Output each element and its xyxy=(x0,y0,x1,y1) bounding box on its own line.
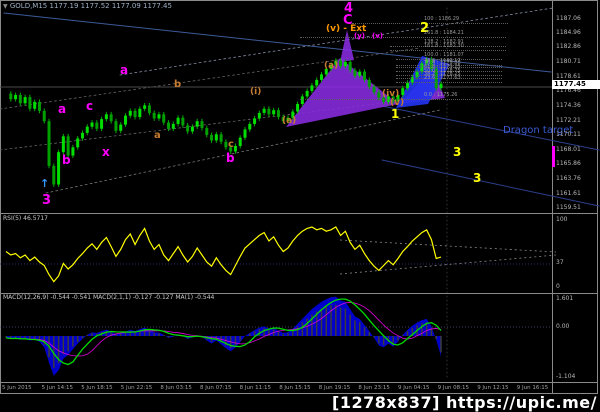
violet-spike xyxy=(340,30,354,62)
time-label: 8 Jun 07:15 xyxy=(200,385,232,391)
fib-level-label: 0.0 : 1175.26 xyxy=(424,91,458,98)
wave-3-target2: 3 xyxy=(473,171,482,185)
rsi-label: RSI(5) 46.5717 xyxy=(3,215,48,222)
chart-title: ▼ GOLD,M15 1177.19 1177.52 1177.09 1177.… xyxy=(3,2,172,10)
current-price-box: 1177.45 xyxy=(552,79,600,89)
wave-c: c xyxy=(86,99,94,113)
macd-scale-bottom: -1.104 xyxy=(556,373,576,380)
fib-level-label: 161.8 : 1182.30 xyxy=(424,43,464,50)
time-label: 5 Jun 22:15 xyxy=(120,385,153,391)
time-label: 8 Jun 23:15 xyxy=(358,385,390,391)
time-label: 8 Jun 03:15 xyxy=(160,385,192,391)
dropdown-icon[interactable]: ▼ xyxy=(3,3,8,10)
price-tick: 1184.96 xyxy=(556,29,581,36)
wave-c-minor: c xyxy=(228,139,234,150)
macd-series xyxy=(5,296,442,376)
time-label: 9 Jun 08:15 xyxy=(437,385,470,391)
buy-arrow: ↑ xyxy=(40,177,50,190)
rsi-scale-top: 100 xyxy=(556,216,568,223)
wave-b-minor: b xyxy=(174,79,182,90)
fib-level-line xyxy=(300,37,506,39)
wave-3: 3 xyxy=(42,193,52,208)
wave-1: 1 xyxy=(391,107,400,121)
watermark-text: [1278x837] https://upic.me/ xyxy=(332,393,597,412)
wave-a-minor1: (a) xyxy=(324,61,339,71)
wave-x: x xyxy=(102,145,110,159)
fib-level-label: 261.8 : 1184.21 xyxy=(424,30,464,37)
fib-level-label: 23.6 : 1177.63 xyxy=(424,75,461,82)
rsi-scale-mid: 37 xyxy=(556,259,564,266)
rsi-scale-bottom: 0 xyxy=(556,283,560,290)
price-tick: 1165.86 xyxy=(556,160,581,168)
price-tick: 1174.36 xyxy=(556,101,581,109)
wave-i: (i) xyxy=(250,87,262,97)
wave-a: a xyxy=(58,102,67,116)
price-tick: 1170.11 xyxy=(556,131,581,139)
symbol-label: GOLD,M15 xyxy=(9,2,48,10)
time-label: 8 Jun 19:15 xyxy=(318,385,351,391)
price-axis-highlight xyxy=(552,146,555,167)
time-label: 9 Jun 12:15 xyxy=(477,385,509,391)
time-label: 9 Jun 16:15 xyxy=(516,385,549,391)
wave-a-minor2: (a) xyxy=(282,116,297,126)
time-label: 5 Jun 18:15 xyxy=(81,385,113,391)
fib-level-line xyxy=(352,22,508,24)
candlestick-series xyxy=(9,56,443,187)
price-tick: 1163.76 xyxy=(556,174,581,182)
time-label: 8 Jun 15:15 xyxy=(279,385,311,391)
wave-v: (v) xyxy=(372,32,383,40)
wave-b2: b xyxy=(226,151,235,165)
price-tick: 1172.21 xyxy=(556,116,581,124)
wave-a2: a xyxy=(120,63,129,77)
time-label: 8 Jun 11:15 xyxy=(239,385,272,391)
time-label: 5 Jun 14:15 xyxy=(41,385,74,391)
wave-y: (y) xyxy=(354,32,365,40)
price-tick: 1182.86 xyxy=(556,43,581,51)
ohlc-values: 1177.19 1177.52 1177.09 1177.45 xyxy=(49,2,172,10)
wave-a-minor3: a xyxy=(154,130,161,141)
macd-scale-top: 1.601 xyxy=(556,295,574,302)
rsi-series xyxy=(5,226,442,283)
wave-3-target1: 3 xyxy=(453,145,462,159)
macd-scale-zero: 0.00 xyxy=(556,323,570,330)
macd-label: MACD(12,26,9) -0.544 -0.541 MACD(2,1,1) … xyxy=(3,294,215,301)
chart-graphics[interactable] xyxy=(0,0,600,412)
price-tick: 1178.61 xyxy=(556,72,581,80)
fib-level-label: 100 : 1186.29 xyxy=(424,15,460,22)
time-label: 9 Jun 04:15 xyxy=(398,385,430,391)
price-tick: 1159.51 xyxy=(556,204,581,212)
price-tick: 1168.01 xyxy=(556,145,581,153)
time-label: 5 Jun 2015 xyxy=(2,385,32,391)
wave-b: b xyxy=(62,153,71,167)
fib-level-line xyxy=(396,82,502,84)
mt4-chart-window: ▼ GOLD,M15 1177.19 1177.52 1177.09 1177.… xyxy=(0,0,600,412)
price-tick: 1180.71 xyxy=(556,58,581,66)
price-tick: 1187.06 xyxy=(556,14,581,22)
price-tick: 1161.61 xyxy=(556,189,581,197)
